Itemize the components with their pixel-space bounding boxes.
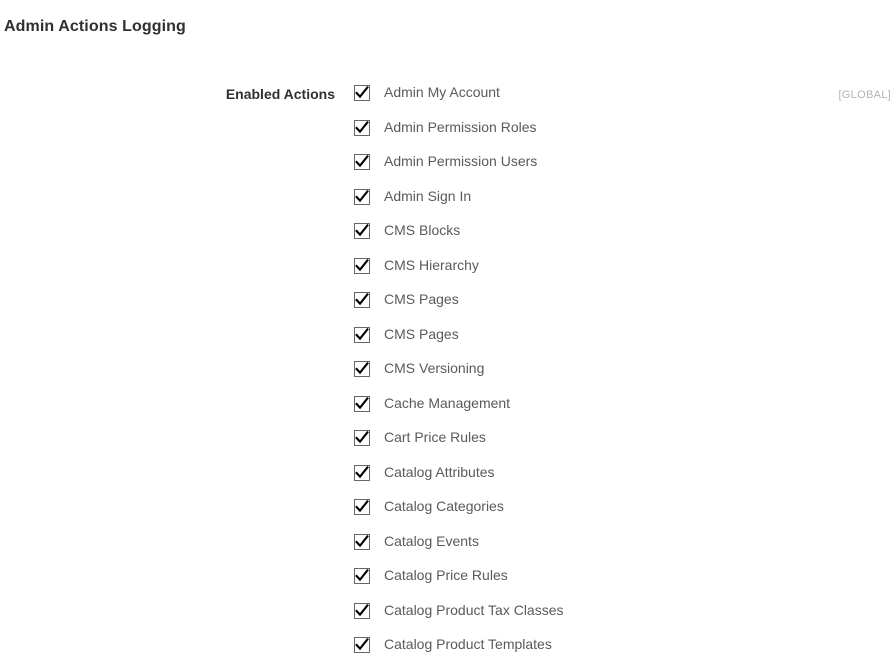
list-item[interactable]: CMS Versioning: [354, 359, 564, 394]
enabled-actions-control: Admin My Account Admin Permission Roles Ad…: [354, 83, 564, 670]
action-label[interactable]: Catalog Categories: [384, 497, 504, 516]
checkmark-icon: [355, 465, 369, 478]
checkmark-icon: [355, 431, 369, 444]
list-item[interactable]: Catalog Product Tax Classes: [354, 601, 564, 636]
checkmark-icon: [355, 534, 369, 547]
list-item[interactable]: Admin Permission Roles: [354, 118, 564, 153]
checkmark-icon: [355, 327, 369, 340]
action-checkbox[interactable]: [354, 602, 370, 619]
action-checkbox[interactable]: [354, 533, 370, 550]
action-label[interactable]: Admin Permission Roles: [384, 118, 537, 137]
list-item[interactable]: Catalog Events: [354, 532, 564, 567]
action-checkbox[interactable]: [354, 499, 370, 515]
action-checkbox[interactable]: [354, 361, 370, 377]
checkmark-icon: [355, 86, 369, 99]
action-label[interactable]: Catalog Attributes: [384, 463, 495, 482]
checkmark-icon: [355, 189, 369, 202]
action-label[interactable]: Catalog Product Tax Classes: [384, 601, 564, 620]
checkmark-icon: [355, 293, 369, 306]
list-item[interactable]: Catalog Price Rules: [354, 566, 564, 601]
checkmark-icon: [355, 362, 369, 375]
action-label[interactable]: Catalog Events: [384, 532, 479, 551]
action-label[interactable]: CMS Versioning: [384, 359, 484, 378]
page-title: Admin Actions Logging: [4, 18, 186, 36]
admin-config-page: Admin Actions Logging Enabled Actions Ad…: [0, 0, 895, 661]
list-item[interactable]: CMS Hierarchy: [354, 256, 564, 291]
enabled-actions-list: Admin My Account Admin Permission Roles Ad…: [354, 83, 564, 670]
action-checkbox[interactable]: [354, 292, 370, 308]
list-item[interactable]: Admin My Account: [354, 83, 564, 118]
action-label[interactable]: CMS Blocks: [384, 221, 460, 240]
list-item[interactable]: Cart Price Rules: [354, 428, 564, 463]
list-item[interactable]: CMS Pages: [354, 290, 564, 325]
action-checkbox[interactable]: [354, 188, 370, 205]
checkmark-icon: [355, 569, 369, 582]
action-checkbox[interactable]: [354, 464, 370, 481]
checkmark-icon: [355, 603, 369, 616]
action-label[interactable]: Admin My Account: [384, 83, 500, 102]
action-label[interactable]: Cache Management: [384, 394, 510, 413]
action-checkbox[interactable]: [354, 119, 370, 136]
action-label[interactable]: Catalog Product Templates: [384, 635, 552, 654]
action-label[interactable]: CMS Pages: [384, 290, 459, 309]
checkmark-icon: [355, 224, 369, 237]
list-item[interactable]: Cache Management: [354, 394, 564, 429]
action-checkbox[interactable]: [354, 395, 370, 412]
checkmark-icon: [355, 396, 369, 409]
checkmark-icon: [355, 638, 369, 651]
list-item[interactable]: Catalog Product Templates: [354, 635, 564, 670]
action-label[interactable]: Cart Price Rules: [384, 428, 486, 447]
action-checkbox[interactable]: [354, 257, 370, 274]
action-label[interactable]: Admin Permission Users: [384, 152, 537, 171]
action-checkbox[interactable]: [354, 223, 370, 239]
checkmark-icon: [355, 258, 369, 271]
action-label[interactable]: CMS Hierarchy: [384, 256, 479, 275]
action-checkbox[interactable]: [354, 154, 370, 170]
enabled-actions-label: Enabled Actions: [225, 86, 335, 102]
list-item[interactable]: CMS Pages: [354, 325, 564, 360]
checkmark-icon: [355, 155, 369, 168]
action-checkbox[interactable]: [354, 430, 370, 446]
action-checkbox[interactable]: [354, 568, 370, 584]
action-label[interactable]: Admin Sign In: [384, 187, 471, 206]
checkmark-icon: [355, 500, 369, 513]
action-checkbox[interactable]: [354, 637, 370, 653]
action-label[interactable]: Catalog Price Rules: [384, 566, 508, 585]
list-item[interactable]: Admin Sign In: [354, 187, 564, 222]
action-label[interactable]: CMS Pages: [384, 325, 459, 344]
scope-badge: [GLOBAL]: [838, 89, 891, 101]
list-item[interactable]: CMS Blocks: [354, 221, 564, 256]
action-checkbox[interactable]: [354, 85, 370, 101]
checkmark-icon: [355, 120, 369, 133]
action-checkbox[interactable]: [354, 326, 370, 343]
list-item[interactable]: Catalog Categories: [354, 497, 564, 532]
list-item[interactable]: Catalog Attributes: [354, 463, 564, 498]
list-item[interactable]: Admin Permission Users: [354, 152, 564, 187]
